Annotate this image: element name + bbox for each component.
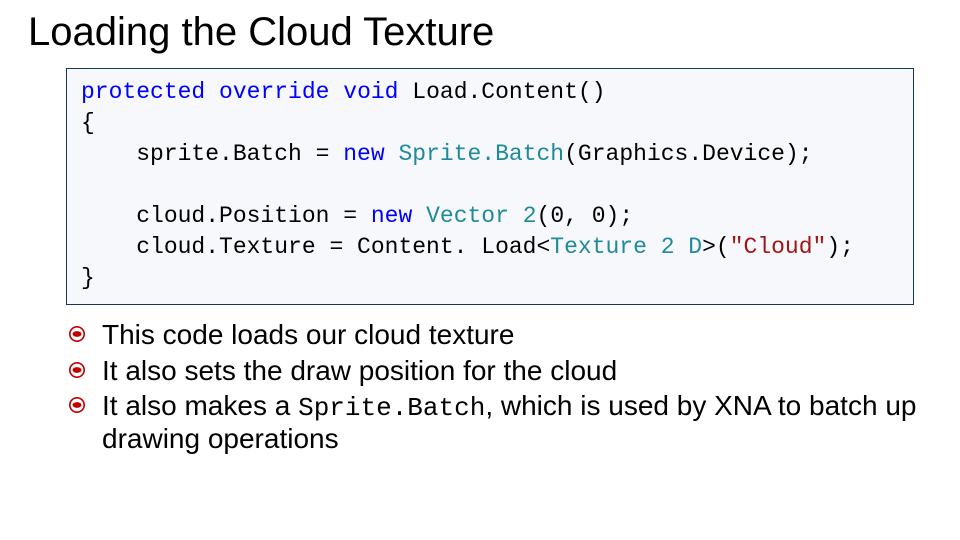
bullet-text: It also sets the draw position for the c…: [102, 355, 617, 386]
bullet-list: This code loads our cloud texture It als…: [68, 319, 932, 454]
code-string: "Cloud": [730, 234, 827, 260]
code-kw: new: [343, 141, 384, 167]
bullet-text: It also makes a: [102, 390, 298, 421]
bullet-icon: [68, 325, 86, 343]
code-text: sprite.Batch =: [81, 141, 343, 167]
bullet-item: It also makes a Sprite.Batch, which is u…: [68, 390, 932, 454]
bullet-icon: [68, 396, 86, 414]
bullet-item: It also sets the draw position for the c…: [68, 355, 932, 386]
code-box: protected override void Load.Content() {…: [66, 68, 914, 305]
bullet-item: This code loads our cloud texture: [68, 319, 932, 350]
slide: Loading the Cloud Texture protected over…: [0, 0, 960, 540]
code-text: cloud.Position =: [81, 203, 371, 229]
code-text: [385, 141, 399, 167]
code-kw: override: [205, 79, 329, 105]
bullet-icon: [68, 361, 86, 379]
code-text: {: [81, 110, 95, 136]
bullet-text: This code loads our cloud texture: [102, 319, 514, 350]
code-type: Vector 2: [426, 203, 536, 229]
slide-title: Loading the Cloud Texture: [28, 10, 932, 54]
code-text: >(: [702, 234, 730, 260]
code-kw: new: [371, 203, 412, 229]
code-kw: protected: [81, 79, 205, 105]
code-type: Sprite.Batch: [398, 141, 564, 167]
code-text: [412, 203, 426, 229]
bullet-inline-code: Sprite.Batch: [298, 393, 485, 423]
code-text: );: [826, 234, 854, 260]
code-type: Texture 2 D: [550, 234, 702, 260]
code-text: Load.Content(): [398, 79, 605, 105]
code-text: }: [81, 265, 95, 291]
code-text: (Graphics.Device);: [564, 141, 812, 167]
code-text: cloud.Texture = Content. Load<: [81, 234, 550, 260]
code-kw: void: [329, 79, 398, 105]
code-text: (0, 0);: [537, 203, 634, 229]
